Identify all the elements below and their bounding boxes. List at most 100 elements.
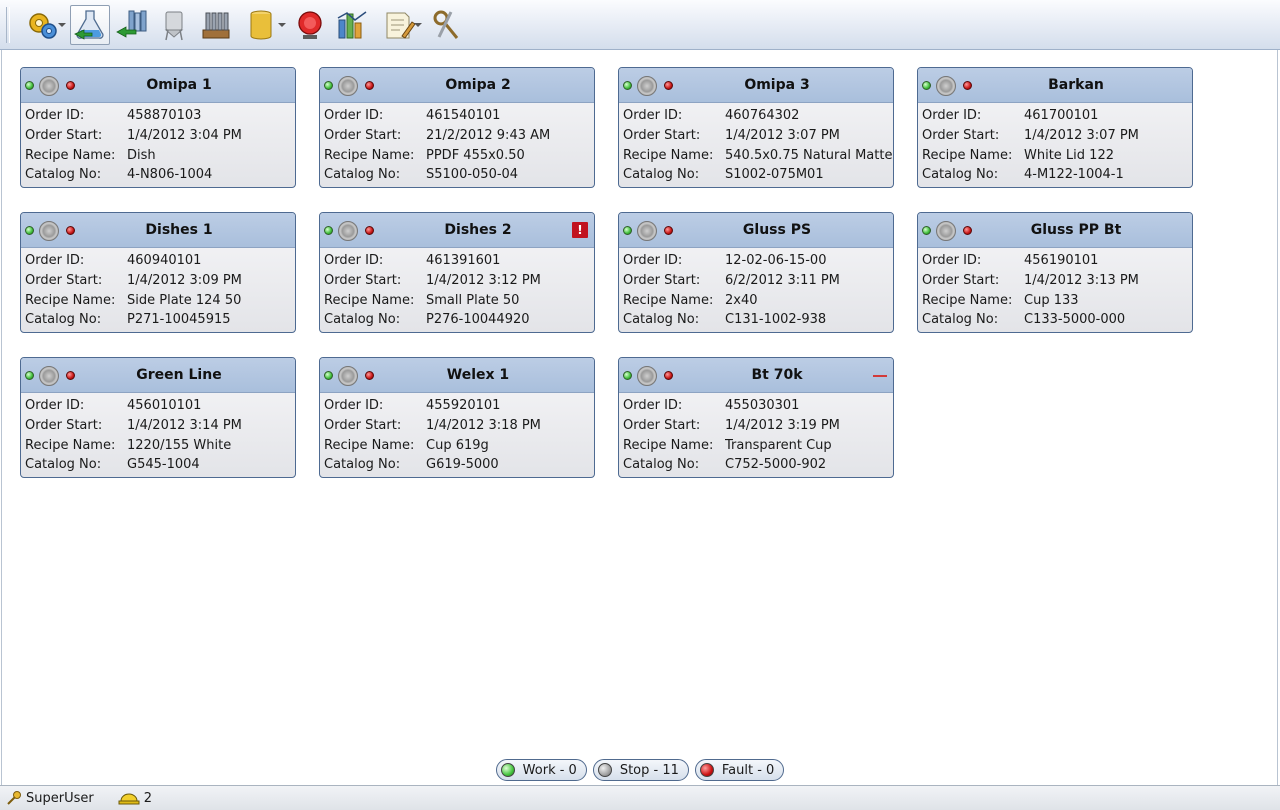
work-led-icon (922, 81, 931, 90)
detail-label: Order Start: (623, 417, 701, 433)
detail-row-order-start: Order Start: 1/4/2012 3:14 PM (25, 416, 295, 436)
detail-row-recipe-name: Recipe Name: 540.5x0.75 Natural Matte (623, 146, 893, 166)
machine-card[interactable]: Barkan Order ID: 461700101 Order Start: 1/4/… (917, 67, 1193, 188)
detail-label: Catalog No: (324, 457, 401, 473)
detail-label: Order Start: (324, 417, 402, 433)
detail-label: Order Start: (623, 127, 701, 143)
detail-label: Recipe Name: (324, 147, 415, 163)
machine-card[interactable]: Dishes 1 Order ID: 460940101 Order Start: 1/… (20, 212, 296, 333)
detail-row-catalog-no: Catalog No: S5100-050-04 (324, 165, 594, 185)
machine-name: Omipa 1 (146, 77, 212, 93)
machine-card[interactable]: Omipa 1 Order ID: 458870103 Order Start: 1/4… (20, 67, 296, 188)
stop-led-icon (637, 76, 657, 96)
fault-status-icon (699, 763, 714, 777)
detail-value: 455030301 (725, 398, 800, 413)
detail-value: Transparent Cup (725, 437, 832, 453)
detail-label: Catalog No: (623, 312, 700, 328)
fault-led-icon (963, 81, 972, 90)
detail-row-order-id: Order ID: 458870103 (25, 106, 295, 126)
machine-card-header: Dishes 2! (320, 213, 594, 248)
detail-row-order-id: Order ID: 456010101 (25, 396, 295, 416)
detail-value: White Lid 122 (1024, 147, 1114, 163)
stop-led-icon (39, 221, 59, 241)
detail-row-catalog-no: Catalog No: C133-5000-000 (922, 310, 1192, 330)
detail-value: 1220/155 White (127, 437, 232, 453)
machine-details: Order ID: 461391601 Order Start: 1/4/2012 3… (320, 248, 594, 330)
alarm-bell-icon (298, 10, 322, 39)
machine-card-header: Dishes 1 (21, 213, 295, 248)
detail-row-recipe-name: Recipe Name: Cup 619g (324, 436, 594, 456)
machine-details: Order ID: 461540101 Order Start: 21/2/2012 … (320, 103, 594, 185)
machine-details: Order ID: 455030301 Order Start: 1/4/2012 3… (619, 393, 893, 475)
reports-button[interactable] (332, 5, 372, 45)
work-count: Work - 0 (522, 762, 577, 778)
work-led-icon (324, 81, 333, 90)
notes-icon (386, 12, 416, 39)
worker-count: 2 (143, 790, 152, 806)
detail-label: Order ID: (922, 108, 982, 123)
chevron-down-icon[interactable] (414, 22, 422, 27)
machine-card[interactable]: Omipa 2 Order ID: 461540101 Order Start: 21/… (319, 67, 595, 188)
chevron-down-icon[interactable] (278, 22, 286, 27)
detail-value: 458870103 (127, 108, 202, 123)
barrel-button[interactable] (238, 5, 288, 45)
machine-card[interactable]: Bt 70k Order ID: 455030301 Order Start: 1/4/… (618, 357, 894, 478)
machine-card-header: Barkan (918, 68, 1192, 103)
machine-name: Green Line (136, 367, 222, 383)
tools-button[interactable] (426, 5, 466, 45)
machine-card[interactable]: Green Line Order ID: 456010101 Order Start:… (20, 357, 296, 478)
detail-value: Side Plate 124 50 (127, 292, 242, 308)
detail-value: 6/2/2012 3:11 PM (725, 272, 840, 288)
machine-card[interactable]: Gluss PP Bt Order ID: 456190101 Order Start… (917, 212, 1193, 333)
settings-button[interactable] (18, 5, 68, 45)
detail-row-order-id: Order ID: 455030301 (623, 396, 893, 416)
machine-card[interactable]: Omipa 3 Order ID: 460764302 Order Start: 1/4… (618, 67, 894, 188)
production-transfer-icon (116, 10, 147, 38)
production-button[interactable] (112, 5, 152, 45)
machine-details: Order ID: 455920101 Order Start: 1/4/2012 3… (320, 393, 594, 475)
work-led-icon (324, 226, 333, 235)
detail-label: Catalog No: (623, 167, 700, 183)
machine-details: Order ID: 458870103 Order Start: 1/4/2012 3… (21, 103, 295, 185)
materials-button[interactable] (196, 5, 236, 45)
silo-button[interactable] (154, 5, 194, 45)
notes-button[interactable] (374, 5, 424, 45)
stop-filter[interactable]: Stop - 11 (592, 759, 689, 781)
material-bins-icon (202, 12, 230, 38)
fault-led-icon (66, 371, 75, 380)
machine-details: Order ID: 460764302 Order Start: 1/4/2012 3… (619, 103, 893, 185)
alert-icon[interactable]: ! (572, 222, 588, 238)
reports-chart-icon (337, 10, 367, 38)
detail-value: 4-N806-1004 (127, 167, 213, 183)
detail-label: Order ID: (623, 108, 683, 123)
machine-card[interactable]: Dishes 2! Order ID: 461391601 Order Start: 1… (319, 212, 595, 333)
toolbar-grip[interactable] (6, 7, 10, 43)
machine-card-header: Green Line (21, 358, 295, 393)
detail-label: Order Start: (922, 127, 1000, 143)
machine-card[interactable]: Gluss PS Order ID: 12-02-06-15-00 Order Sta… (618, 212, 894, 333)
stop-led-icon (936, 76, 956, 96)
work-filter[interactable]: Work - 0 (495, 759, 587, 781)
detail-value: Cup 619g (426, 437, 489, 453)
machine-card-header: Omipa 3 (619, 68, 893, 103)
machine-card-header: Omipa 1 (21, 68, 295, 103)
machine-card[interactable]: Welex 1 Order ID: 455920101 Order Start: 1/4… (319, 357, 595, 478)
alarm-button[interactable] (290, 5, 330, 45)
fault-led-icon (365, 371, 374, 380)
detail-label: Order Start: (324, 127, 402, 143)
status-legend: Work - 0 Stop - 11 Fault - 0 (0, 759, 1280, 781)
detail-label: Recipe Name: (324, 292, 415, 308)
chevron-down-icon[interactable] (58, 22, 66, 27)
fault-filter[interactable]: Fault - 0 (694, 759, 785, 781)
machine-card-header: Gluss PS (619, 213, 893, 248)
detail-row-catalog-no: Catalog No: P276-10044920 (324, 310, 594, 330)
machine-name: Gluss PP Bt (1030, 222, 1122, 238)
main-toolbar (0, 0, 1280, 50)
machine-name: Dishes 2 (444, 222, 512, 238)
lab-button[interactable] (70, 4, 110, 45)
stop-count: Stop - 11 (619, 762, 679, 778)
detail-label: Catalog No: (25, 312, 102, 328)
detail-label: Catalog No: (324, 312, 401, 328)
detail-value: 461391601 (426, 253, 501, 268)
detail-label: Catalog No: (623, 457, 700, 473)
